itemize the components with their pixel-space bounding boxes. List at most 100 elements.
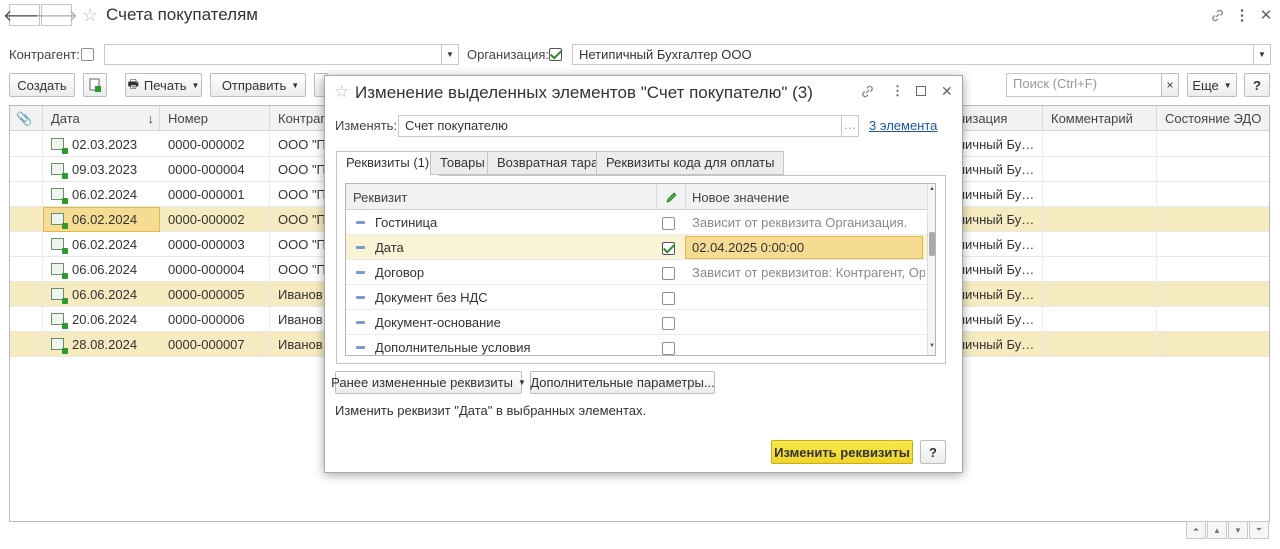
- copy-button[interactable]: [83, 73, 107, 97]
- scroll-bottom-button[interactable]: ⏷: [1249, 521, 1269, 539]
- bulk-edit-dialog: ☆ Изменение выделенных элементов "Счет п…: [324, 75, 963, 473]
- cell-edo-status: [1157, 257, 1269, 282]
- cell-organization: пичный Бу…: [950, 132, 1043, 157]
- column-organization[interactable]: низация: [950, 106, 1043, 131]
- create-button[interactable]: Создать: [9, 73, 75, 97]
- attachment-cell: [10, 232, 43, 257]
- cell-counterparty: ООО "По: [270, 182, 330, 207]
- cell-edo-status: [1157, 307, 1269, 332]
- paperclip-icon: 📎: [16, 111, 33, 126]
- dialog-maximize-icon[interactable]: [916, 86, 926, 96]
- printer-icon: 🖶: [127, 76, 139, 91]
- column-edit-toggle[interactable]: [656, 184, 686, 210]
- change-object-field[interactable]: Счет покупателю: [398, 115, 842, 137]
- scroll-down-button[interactable]: ▼: [1228, 521, 1248, 539]
- attachment-cell: [10, 332, 43, 357]
- column-date[interactable]: Дата ↓: [43, 106, 160, 131]
- organization-dropdown[interactable]: ▼: [1253, 44, 1271, 65]
- dialog-title: Изменение выделенных элементов "Счет пок…: [355, 83, 813, 102]
- cell-organization: пичный Бу…: [950, 282, 1043, 307]
- cell-date: 28.08.2024: [72, 337, 138, 352]
- more-button[interactable]: Еще ▼: [1187, 73, 1237, 97]
- link-icon[interactable]: [1207, 6, 1227, 24]
- send-button[interactable]: Отправить ▼: [210, 73, 306, 97]
- attachment-column-header[interactable]: 📎: [10, 106, 43, 131]
- document-posted-icon: [51, 238, 68, 254]
- attribute-checkbox[interactable]: [662, 267, 675, 280]
- apply-changes-button[interactable]: Изменить реквизиты: [771, 440, 913, 464]
- tab-goods[interactable]: Товары: [430, 151, 495, 175]
- elements-link[interactable]: 3 элемента: [869, 118, 937, 133]
- print-button[interactable]: 🖶 Печать ▼: [125, 73, 202, 97]
- more-vert-icon[interactable]: ⋮: [1232, 6, 1252, 24]
- favorite-star-icon[interactable]: ☆: [82, 5, 98, 26]
- attributes-scrollbar[interactable]: ▲ ▼: [927, 184, 935, 355]
- cell-edo-status: [1157, 157, 1269, 182]
- scroll-thumb[interactable]: [929, 232, 935, 256]
- forward-button[interactable]: 🡒: [35, 4, 78, 26]
- column-edo-status[interactable]: Состояние ЭДО: [1157, 106, 1269, 131]
- attribute-row[interactable]: Дополнительные условия: [346, 335, 927, 355]
- previously-changed-button[interactable]: Ранее измененные реквизиты ▼: [331, 371, 526, 394]
- cell-counterparty: ООО "По: [270, 132, 330, 157]
- attribute-checkbox[interactable]: [662, 292, 675, 305]
- extra-params-button[interactable]: Дополнительные параметры...: [530, 371, 715, 394]
- tab-returnable-containers[interactable]: Возвратная тара: [487, 151, 609, 175]
- attribute-checkbox[interactable]: [662, 317, 675, 330]
- counterparty-field[interactable]: [104, 44, 442, 65]
- attribute-row[interactable]: Документ без НДС: [346, 285, 927, 310]
- attribute-name: Дополнительные условия: [375, 340, 531, 355]
- organization-field[interactable]: Нетипичный Бухгалтер ООО: [572, 44, 1254, 65]
- cell-organization: пичный Бу…: [950, 332, 1043, 357]
- dialog-help-button[interactable]: ?: [920, 440, 946, 464]
- attribute-checkbox[interactable]: [662, 217, 675, 230]
- attributes-table[interactable]: Реквизит Новое значение Гостиница Зависит…: [345, 183, 936, 356]
- attribute-row[interactable]: Документ-основание: [346, 310, 927, 335]
- column-counterparty[interactable]: Контраге: [270, 106, 330, 131]
- dialog-link-icon[interactable]: [860, 84, 875, 102]
- tab-payment-code-attributes[interactable]: Реквизиты кода для оплаты: [596, 151, 785, 175]
- help-button[interactable]: ?: [1244, 73, 1270, 97]
- attachment-cell: [10, 257, 43, 282]
- attachment-cell: [10, 307, 43, 332]
- document-posted-icon: [51, 338, 68, 354]
- counterparty-dropdown[interactable]: ▼: [441, 44, 459, 65]
- attribute-row[interactable]: Дата 02.04.2025 0:00:00: [346, 235, 927, 260]
- cell-number: 0000-000002: [160, 132, 270, 157]
- attribute-name: Договор: [375, 265, 425, 280]
- copy-document-icon: [89, 78, 101, 92]
- column-new-value[interactable]: Новое значение: [692, 190, 789, 205]
- search-clear-button[interactable]: ×: [1161, 73, 1179, 97]
- scroll-top-button[interactable]: ⏶: [1186, 521, 1206, 539]
- column-comment[interactable]: Комментарий: [1043, 106, 1157, 131]
- chevron-down-icon: ▼: [291, 80, 300, 90]
- scroll-down-arrow-icon[interactable]: ▼: [929, 343, 935, 349]
- column-number[interactable]: Номер: [160, 106, 270, 131]
- scroll-up-arrow-icon[interactable]: ▲: [929, 186, 935, 192]
- cell-organization: пичный Бу…: [950, 257, 1043, 282]
- dialog-favorite-star-icon[interactable]: ☆: [334, 82, 349, 102]
- cell-edo-status: [1157, 182, 1269, 207]
- change-object-select-button[interactable]: …: [841, 115, 859, 137]
- attribute-row[interactable]: Гостиница Зависит от реквизита Организаци…: [346, 210, 927, 235]
- column-attribute[interactable]: Реквизит: [353, 190, 407, 205]
- close-icon[interactable]: ✕: [1256, 6, 1276, 24]
- cell-organization: пичный Бу…: [950, 182, 1043, 207]
- search-input[interactable]: Поиск (Ctrl+F): [1006, 73, 1162, 97]
- tab-attributes[interactable]: Реквизиты (1): [336, 151, 440, 176]
- attribute-checkbox[interactable]: [662, 242, 675, 255]
- attribute-checkbox[interactable]: [662, 342, 675, 355]
- cell-organization: пичный Бу…: [950, 232, 1043, 257]
- dialog-more-vert-icon[interactable]: ⋮: [891, 83, 904, 99]
- attribute-row[interactable]: Договор Зависит от реквизитов: Контрагент…: [346, 260, 927, 285]
- dialog-close-icon[interactable]: ✕: [941, 83, 953, 100]
- organization-filter-checkbox[interactable]: [549, 48, 562, 61]
- scroll-up-button[interactable]: ▲: [1207, 521, 1227, 539]
- counterparty-filter-checkbox[interactable]: [81, 48, 94, 61]
- more-label: Еще: [1192, 77, 1219, 93]
- cell-edo-status: [1157, 232, 1269, 257]
- cell-number: 0000-000006: [160, 307, 270, 332]
- organization-label: Организация:: [467, 47, 550, 62]
- cell-number: 0000-000005: [160, 282, 270, 307]
- cell-edo-status: [1157, 282, 1269, 307]
